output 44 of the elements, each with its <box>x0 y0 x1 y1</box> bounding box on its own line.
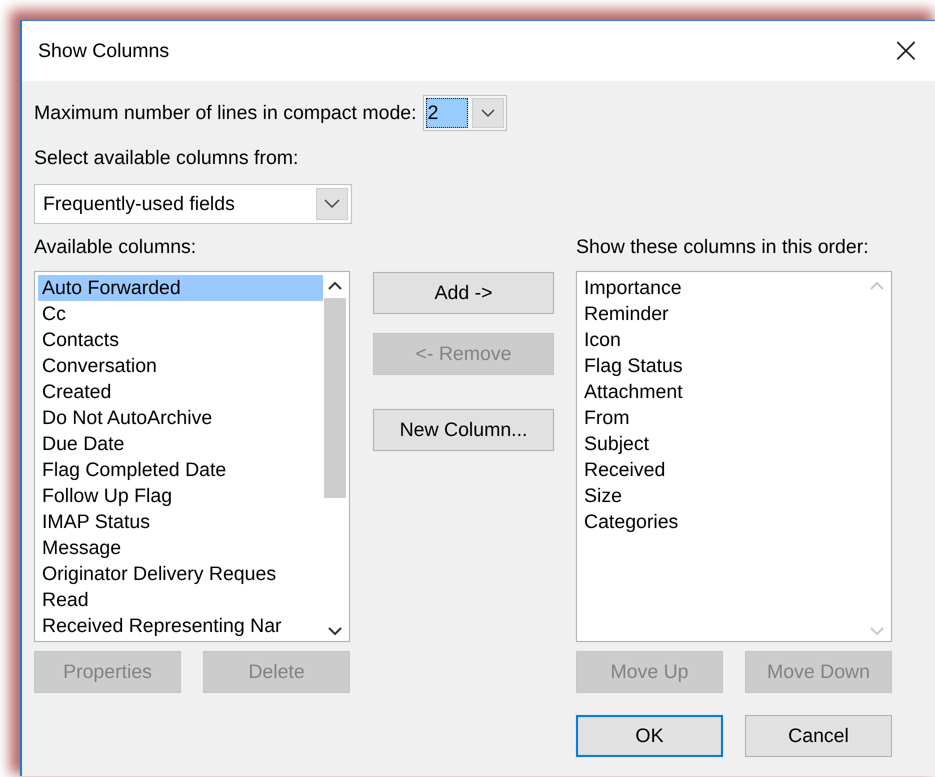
list-item[interactable]: From <box>580 405 865 431</box>
compact-lines-label: Maximum number of lines in compact mode: <box>34 102 417 124</box>
list-item[interactable]: Follow Up Flag <box>38 483 323 509</box>
list-item[interactable]: Subject <box>580 431 865 457</box>
list-item[interactable]: Conversation <box>38 353 323 379</box>
list-item[interactable]: Received Representing Nar <box>38 613 323 638</box>
list-item[interactable]: Reminder <box>580 301 865 327</box>
list-item[interactable]: Flag Status <box>580 353 865 379</box>
close-button[interactable]: × <box>876 33 935 69</box>
list-item[interactable]: Created <box>38 379 323 405</box>
compact-lines-value: 2 <box>426 98 468 128</box>
list-item[interactable]: Message <box>38 535 323 561</box>
list-item[interactable]: Categories <box>580 509 865 535</box>
window-title: Show Columns <box>38 40 170 62</box>
source-label: Select available columns from: <box>34 147 300 170</box>
list-item[interactable]: Received <box>580 457 865 483</box>
list-item[interactable]: Read <box>38 587 323 613</box>
list-item[interactable]: Do Not AutoArchive <box>38 405 323 431</box>
list-item[interactable]: Due Date <box>38 431 323 457</box>
chevron-down-icon <box>480 108 495 118</box>
list-item[interactable]: Flag Completed Date <box>38 457 323 483</box>
list-item[interactable]: Contacts <box>38 327 323 353</box>
scroll-down-icon <box>870 627 884 636</box>
shown-columns-label: Show these columns in this order: <box>576 234 870 260</box>
scroll-up-icon <box>870 281 884 290</box>
list-item[interactable]: Originator Delivery Reques <box>38 561 323 587</box>
cancel-button[interactable]: Cancel <box>745 715 892 757</box>
list-item[interactable]: Attachment <box>580 379 865 405</box>
list-item[interactable]: Importance <box>580 275 865 301</box>
action-button[interactable]: New Column... <box>373 409 554 451</box>
list-item[interactable]: Auto Forwarded <box>38 275 323 301</box>
list-item[interactable]: Cc <box>38 301 323 327</box>
scroll-up-icon[interactable] <box>328 281 342 290</box>
action-button[interactable]: Add -> <box>373 272 554 314</box>
list-item[interactable]: IMAP Status <box>38 509 323 535</box>
list-item[interactable]: Size <box>580 483 865 509</box>
source-dropdown[interactable]: Frequently-used fields <box>34 184 352 224</box>
list-item[interactable]: Icon <box>580 327 865 353</box>
compact-lines-combo[interactable]: 2 <box>422 95 507 131</box>
scrollbar-thumb[interactable] <box>324 298 346 498</box>
available-columns-label: Available columns: <box>34 234 198 260</box>
scroll-down-icon[interactable] <box>328 627 342 636</box>
chevron-down-icon <box>324 199 340 209</box>
ok-button[interactable]: OK <box>576 715 723 757</box>
